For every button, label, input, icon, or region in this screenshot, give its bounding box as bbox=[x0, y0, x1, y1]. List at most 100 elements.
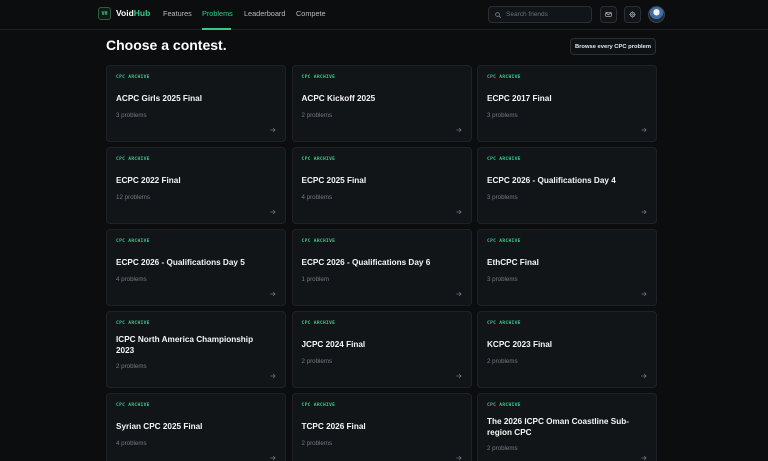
contest-card[interactable]: CPC ARCHIVE ECPC 2026 - Qualifications D… bbox=[291, 229, 472, 306]
contest-card[interactable]: CPC ARCHIVE ICPC North America Champions… bbox=[106, 311, 286, 388]
card-problem-count: 3 problems bbox=[487, 193, 518, 201]
card-body: ECPC 2026 - Qualifications Day 4 3 probl… bbox=[487, 168, 638, 209]
arrow-right-icon bbox=[270, 209, 276, 215]
arrow-right-icon bbox=[270, 373, 276, 379]
mail-button[interactable] bbox=[600, 6, 617, 23]
brand-accent: Hub bbox=[133, 8, 151, 18]
contest-card[interactable]: CPC ARCHIVE ACPC Kickoff 2025 2 problems bbox=[291, 65, 472, 142]
card-tag: CPC ARCHIVE bbox=[301, 75, 336, 80]
card-tag: CPC ARCHIVE bbox=[487, 403, 521, 408]
settings-icon bbox=[629, 11, 636, 18]
card-body: ECPC 2026 - Qualifications Day 6 1 probl… bbox=[302, 250, 453, 291]
arrow-right-icon bbox=[270, 291, 276, 297]
page-title: Choose a contest. bbox=[106, 37, 227, 53]
card-tag: CPC ARCHIVE bbox=[116, 403, 150, 408]
card-tag: CPC ARCHIVE bbox=[487, 321, 521, 326]
arrow-right-icon bbox=[270, 455, 276, 461]
card-tag: CPC ARCHIVE bbox=[487, 157, 521, 162]
card-title: ECPC 2017 Final bbox=[487, 94, 552, 104]
contest-grid: CPC ARCHIVE ACPC Girls 2025 Final 3 prob… bbox=[106, 65, 657, 461]
nav-link-problems[interactable]: Problems bbox=[202, 9, 233, 18]
card-tag: CPC ARCHIVE bbox=[116, 157, 150, 162]
card-problem-count: 2 problems bbox=[487, 357, 518, 365]
card-body: ECPC 2017 Final 3 problems bbox=[487, 86, 638, 127]
contest-card[interactable]: CPC ARCHIVE ACPC Girls 2025 Final 3 prob… bbox=[106, 65, 286, 142]
contest-card[interactable]: CPC ARCHIVE ECPC 2026 - Qualifications D… bbox=[477, 147, 657, 224]
card-tag: CPC ARCHIVE bbox=[116, 239, 150, 244]
card-body: ICPC North America Championship 2023 2 p… bbox=[116, 332, 267, 373]
contest-card[interactable]: CPC ARCHIVE Syrian CPC 2025 Final 4 prob… bbox=[106, 393, 286, 461]
card-title: JCPC 2024 Final bbox=[301, 340, 366, 350]
card-tag: CPC ARCHIVE bbox=[116, 75, 150, 80]
card-title: The 2026 ICPC Oman Coastline Sub-region … bbox=[487, 417, 629, 437]
contest-card[interactable]: CPC ARCHIVE EthCPC Final 3 problems bbox=[477, 229, 657, 306]
contest-card[interactable]: CPC ARCHIVE JCPC 2024 Final 2 problems bbox=[291, 311, 472, 388]
card-problem-count: 3 problems bbox=[487, 111, 518, 119]
card-problem-count: 4 problems bbox=[301, 193, 333, 201]
card-tag: CPC ARCHIVE bbox=[487, 75, 521, 80]
card-problem-count: 12 problems bbox=[116, 193, 151, 201]
card-problem-count: 2 problems bbox=[301, 439, 333, 447]
arrow-right-icon bbox=[641, 127, 647, 133]
user-avatar[interactable] bbox=[648, 6, 665, 23]
card-title: ACPC Kickoff 2025 bbox=[301, 94, 376, 104]
arrow-right-icon bbox=[641, 291, 647, 297]
browse-all-button[interactable]: Browse every CPC problem bbox=[570, 38, 656, 55]
card-problem-count: 2 problems bbox=[301, 111, 333, 119]
contest-card[interactable]: CPC ARCHIVE ECPC 2022 Final 12 problems bbox=[106, 147, 286, 224]
card-problem-count: 3 problems bbox=[487, 275, 518, 283]
top-nav: VH VoidHub Features Problems Leaderboard… bbox=[0, 0, 768, 30]
card-title: ECPC 2025 Final bbox=[301, 176, 367, 186]
card-title: ICPC North America Championship 2023 bbox=[116, 335, 254, 355]
card-problem-count: 2 problems bbox=[116, 363, 147, 370]
nav-link-features[interactable]: Features bbox=[163, 9, 192, 18]
card-title: ECPC 2022 Final bbox=[116, 176, 181, 186]
contest-card[interactable]: CPC ARCHIVE ECPC 2026 - Qualifications D… bbox=[106, 229, 286, 306]
arrow-right-icon bbox=[455, 127, 461, 133]
card-tag: CPC ARCHIVE bbox=[116, 321, 150, 326]
card-problem-count: 4 problems bbox=[116, 439, 147, 447]
search-input[interactable] bbox=[506, 11, 586, 18]
card-problem-count: 4 problems bbox=[116, 275, 147, 283]
nav-link-compete[interactable]: Compete bbox=[296, 9, 326, 18]
contest-card[interactable]: CPC ARCHIVE KCPC 2023 Final 2 problems bbox=[477, 311, 657, 388]
card-body: Syrian CPC 2025 Final 4 problems bbox=[116, 414, 267, 455]
card-problem-count: 1 problem bbox=[301, 275, 330, 283]
search-box[interactable] bbox=[488, 6, 592, 23]
arrow-right-icon bbox=[270, 127, 276, 133]
arrow-right-icon bbox=[641, 209, 647, 215]
card-body: JCPC 2024 Final 2 problems bbox=[302, 332, 453, 373]
card-title: ECPC 2026 - Qualifications Day 6 bbox=[301, 258, 431, 268]
card-title: ECPC 2026 - Qualifications Day 5 bbox=[116, 258, 245, 268]
card-tag: CPC ARCHIVE bbox=[301, 403, 336, 408]
brand-main: Void bbox=[116, 8, 134, 18]
card-title: KCPC 2023 Final bbox=[487, 340, 553, 350]
arrow-right-icon bbox=[641, 455, 647, 461]
mail-icon bbox=[605, 12, 612, 17]
card-title: TCPC 2026 Final bbox=[301, 422, 366, 432]
arrow-right-icon bbox=[455, 291, 461, 297]
contest-card[interactable]: CPC ARCHIVE ECPC 2025 Final 4 problems bbox=[291, 147, 472, 224]
card-body: ACPC Kickoff 2025 2 problems bbox=[302, 86, 453, 127]
card-tag: CPC ARCHIVE bbox=[301, 321, 336, 326]
nav-link-leaderboard[interactable]: Leaderboard bbox=[244, 9, 285, 18]
contest-card[interactable]: CPC ARCHIVE ECPC 2017 Final 3 problems bbox=[477, 65, 657, 142]
arrow-right-icon bbox=[455, 373, 461, 379]
card-body: ECPC 2025 Final 4 problems bbox=[302, 168, 453, 209]
card-body: ECPC 2022 Final 12 problems bbox=[116, 168, 267, 209]
contest-card[interactable]: CPC ARCHIVE The 2026 ICPC Oman Coastline… bbox=[477, 393, 657, 461]
card-body: EthCPC Final 3 problems bbox=[487, 250, 638, 291]
card-body: The 2026 ICPC Oman Coastline Sub-region … bbox=[487, 414, 638, 455]
settings-button[interactable] bbox=[624, 6, 641, 23]
logo-icon[interactable]: VH bbox=[98, 7, 111, 20]
active-tab-indicator bbox=[202, 28, 231, 30]
brand-logo[interactable]: VoidHub bbox=[116, 8, 150, 18]
card-body: KCPC 2023 Final 2 problems bbox=[487, 332, 638, 373]
card-title: ACPC Girls 2025 Final bbox=[116, 94, 203, 104]
card-title: EthCPC Final bbox=[487, 258, 539, 268]
card-body: ECPC 2026 - Qualifications Day 5 4 probl… bbox=[116, 250, 267, 291]
card-problem-count: 2 problems bbox=[487, 445, 518, 452]
arrow-right-icon bbox=[455, 455, 461, 461]
contest-card[interactable]: CPC ARCHIVE TCPC 2026 Final 2 problems bbox=[291, 393, 472, 461]
arrow-right-icon bbox=[455, 209, 461, 215]
